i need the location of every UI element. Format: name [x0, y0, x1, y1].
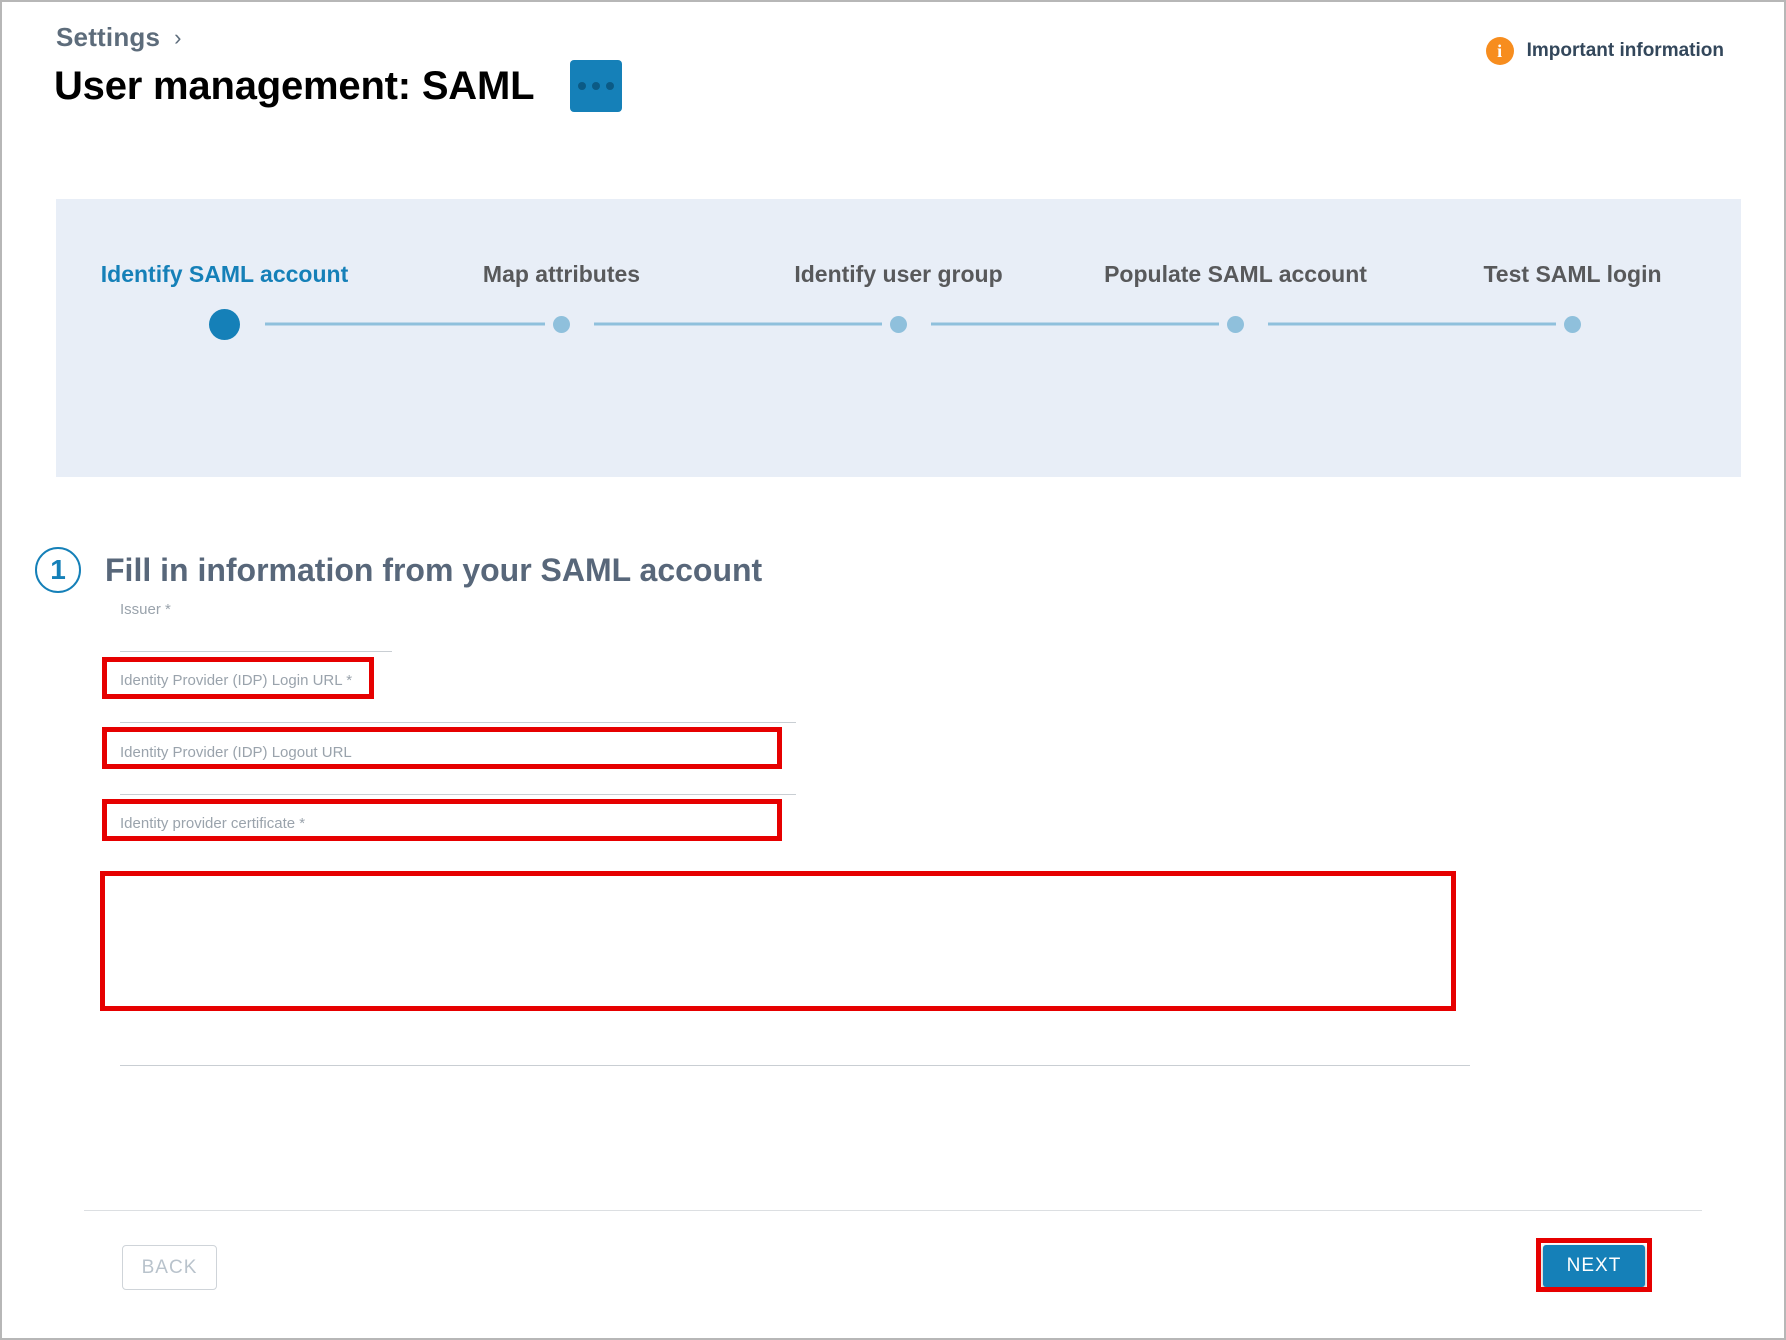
step-dot[interactable] [890, 315, 907, 333]
title-row: User management: SAML [54, 60, 623, 112]
step-dot[interactable] [1564, 315, 1581, 333]
chevron-right-icon: › [174, 24, 182, 50]
certificate-field-group: Identity provider certificate * [120, 816, 1470, 1071]
section-title: Fill in information from your SAML accou… [105, 551, 763, 588]
issuer-field-group: Issuer * [120, 602, 392, 652]
section-heading: 1 Fill in information from your SAML acc… [35, 547, 762, 593]
logout-url-field-group: Identity Provider (IDP) Logout URL [120, 745, 796, 795]
ellipsis-icon-dot [592, 82, 601, 90]
step-connector-line [930, 322, 1219, 326]
breadcrumb: Settings › [56, 22, 182, 53]
issuer-label: Issuer * [120, 601, 171, 618]
step-connector-line [1267, 322, 1556, 326]
back-button[interactable]: BACK [122, 1245, 217, 1290]
step-connector-line [264, 322, 545, 326]
login-url-input[interactable] [120, 698, 796, 723]
step-identify-user-group[interactable]: Identify user group [730, 199, 1219, 342]
step-connector-line [593, 322, 882, 326]
step-label: Identify SAML account [100, 261, 349, 287]
step-label: Populate SAML account [1104, 261, 1367, 287]
step-test-saml-login[interactable]: Test SAML login [1404, 199, 1741, 342]
footer-divider [84, 1210, 1702, 1211]
login-url-field-group: Identity Provider (IDP) Login URL * [120, 673, 796, 723]
section-number-badge: 1 [35, 547, 81, 593]
certificate-label: Identity provider certificate * [120, 815, 306, 832]
step-dot[interactable] [553, 315, 570, 333]
saml-setup-page: Settings › User management: SAML i Impor… [0, 0, 1786, 1340]
step-label: Test SAML login [1483, 261, 1662, 287]
page-title: User management: SAML [54, 63, 535, 108]
breadcrumb-item-settings[interactable]: Settings [56, 22, 160, 53]
important-information-link[interactable]: i Important information [1485, 37, 1724, 65]
step-populate-saml-account[interactable]: Populate SAML account [1067, 199, 1556, 342]
login-url-label: Identity Provider (IDP) Login URL * [120, 672, 353, 689]
important-information-label: Important information [1526, 40, 1724, 61]
step-identify-saml-account[interactable]: Identify SAML account [56, 199, 545, 342]
step-dot[interactable] [209, 308, 240, 340]
step-dot[interactable] [1227, 315, 1244, 333]
info-icon: i [1485, 37, 1514, 65]
step-track [56, 306, 545, 342]
issuer-input[interactable] [120, 627, 392, 652]
logout-url-input[interactable] [120, 770, 796, 795]
logout-url-label: Identity Provider (IDP) Logout URL [120, 744, 352, 761]
wizard-stepper: Identify SAML account Map attributes Ide… [56, 199, 1741, 477]
certificate-textarea[interactable] [120, 841, 1470, 1066]
ellipsis-icon-dot [578, 82, 587, 90]
ellipsis-icon-dot [606, 82, 615, 90]
step-label: Identify user group [794, 261, 1003, 287]
step-label: Map attributes [482, 261, 641, 287]
step-map-attributes[interactable]: Map attributes [393, 199, 882, 342]
more-options-button[interactable] [570, 60, 623, 112]
next-button[interactable]: NEXT [1543, 1245, 1645, 1287]
stepper-steps: Identify SAML account Map attributes Ide… [56, 199, 1741, 342]
